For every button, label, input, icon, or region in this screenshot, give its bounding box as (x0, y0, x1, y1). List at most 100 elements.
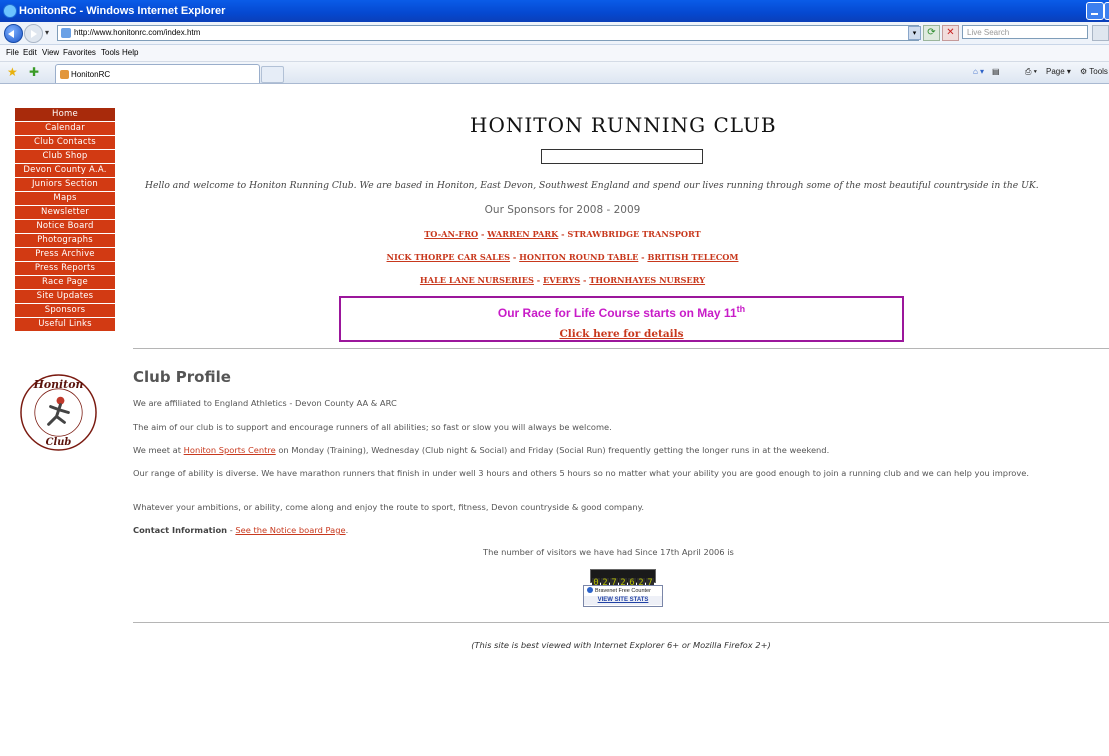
tab-bar: ★ ✚ HonitonRC ⌂ ▾ ▤ ⎙ ▾ Page ▾ ⚙ Tools (0, 62, 1109, 84)
sponsor-separator: - (533, 275, 544, 285)
bravenet-counter-badge[interactable]: Bravenet Free Counter VIEW SITE STATS (583, 585, 663, 607)
maximize-button[interactable] (1104, 2, 1109, 20)
race-title-text: Our Race for Life Course starts on May 1… (497, 306, 737, 320)
sidebar-item-devon-county[interactable]: Devon County A.A. (15, 164, 115, 177)
sponsor-link-nick-thorpe[interactable]: NICK THORPE CAR SALES (387, 252, 511, 262)
tab-honitonrc[interactable]: HonitonRC (55, 64, 260, 83)
address-dropdown-icon[interactable]: ▾ (908, 26, 921, 40)
sponsor-strawbridge: STRAWBRIDGE TRANSPORT (567, 229, 701, 239)
profile-ability: Our range of ability is diverse. We have… (133, 468, 1030, 478)
sidebar-item-club-contacts[interactable]: Club Contacts (15, 136, 115, 149)
menu-bar: File Edit View Favorites Tools Help (0, 45, 1109, 62)
svg-text:Club: Club (46, 437, 72, 448)
sidebar-item-site-updates[interactable]: Site Updates (15, 290, 115, 303)
sponsor-line-3: HALE LANE NURSERIES - EVERYS - THORNHAYE… (0, 275, 1109, 285)
header-box (541, 149, 703, 164)
profile-aim: The aim of our club is to support and en… (133, 422, 612, 432)
bravenet-badge-label: Bravenet Free Counter (595, 588, 651, 594)
sponsor-link-warren-park[interactable]: WARREN PARK (487, 229, 558, 239)
bravenet-logo-icon (587, 587, 593, 593)
search-icon[interactable] (1092, 25, 1109, 41)
site-favicon-icon (60, 70, 69, 79)
sidebar-item-club-shop[interactable]: Club Shop (15, 150, 115, 163)
sidebar-nav: Home Calendar Club Contacts Club Shop De… (15, 108, 115, 332)
divider (133, 622, 1109, 623)
sponsor-link-british-telecom[interactable]: BRITISH TELECOM (647, 252, 738, 262)
new-tab-button[interactable] (261, 66, 284, 83)
sponsor-link-round-table[interactable]: HONITON ROUND TABLE (519, 252, 638, 262)
ie-icon (3, 4, 17, 18)
forward-button[interactable] (24, 24, 43, 43)
race-for-life-banner: Our Race for Life Course starts on May 1… (339, 296, 904, 342)
contact-label: Contact Information (133, 525, 228, 535)
address-input[interactable]: http://www.honitonrc.com/index.htm (57, 25, 919, 41)
sponsor-link-everys[interactable]: EVERYS (543, 275, 580, 285)
visitor-count-text: The number of visitors we have had Since… (483, 547, 734, 557)
address-url: http://www.honitonrc.com/index.htm (74, 28, 201, 37)
sponsor-link-to-an-fro[interactable]: TO-AN-FRO (424, 229, 478, 239)
sponsor-line-1: TO-AN-FRO - WARREN PARK - STRAWBRIDGE TR… (0, 229, 1109, 239)
menu-view[interactable]: View (42, 48, 59, 57)
page-menu-button[interactable]: Page ▾ (1046, 67, 1071, 76)
sponsor-separator: - (478, 229, 488, 239)
add-favorites-icon[interactable]: ✚ (29, 65, 39, 79)
sidebar-item-press-reports[interactable]: Press Reports (15, 262, 115, 275)
window-title: HonitonRC - Windows Internet Explorer (19, 5, 226, 17)
race-banner-title: Our Race for Life Course starts on May 1… (341, 304, 902, 320)
home-icon[interactable]: ⌂ ▾ (973, 67, 984, 76)
web-page: Home Calendar Club Contacts Club Shop De… (0, 84, 1109, 756)
window-titlebar: HonitonRC - Windows Internet Explorer (0, 0, 1109, 22)
sidebar-item-juniors[interactable]: Juniors Section (15, 178, 115, 191)
refresh-icon[interactable]: ⟳ (923, 25, 940, 41)
club-logo: Honiton Club (20, 374, 97, 451)
contact-end: . (345, 525, 349, 535)
feeds-icon[interactable]: ▤ (992, 67, 1000, 76)
page-icon (61, 28, 71, 38)
profile-ambitions: Whatever your ambitions, or ability, com… (133, 502, 644, 512)
view-site-stats-link[interactable]: VIEW SITE STATS (584, 596, 662, 605)
tools-menu-button[interactable]: ⚙ Tools (1080, 67, 1108, 76)
contact-information: Contact Information - See the Notice boa… (133, 525, 1098, 535)
sidebar-item-calendar[interactable]: Calendar (15, 122, 115, 135)
search-input[interactable]: Live Search (962, 25, 1088, 39)
meeting-text-end: on Monday (Training), Wednesday (Club ni… (275, 445, 830, 455)
sponsor-link-thornhayes[interactable]: THORNHAYES NURSERY (589, 275, 705, 285)
sponsor-line-2: NICK THORPE CAR SALES - HONITON ROUND TA… (0, 252, 1109, 262)
menu-file[interactable]: File (6, 48, 19, 57)
minimize-button[interactable] (1086, 2, 1104, 20)
profile-meeting: We meet at Honiton Sports Centre on Mond… (133, 445, 1098, 455)
sponsor-separator: - (580, 275, 590, 285)
page-menu-label: Page (1046, 67, 1065, 76)
tools-menu-label: Tools (1089, 67, 1108, 76)
menu-tools[interactable]: Tools (101, 48, 120, 57)
sponsors-heading: Our Sponsors for 2008 - 2009 (484, 204, 641, 216)
sponsor-separator: - (510, 252, 520, 262)
favorites-star-icon[interactable]: ★ (7, 65, 18, 79)
bravenet-badge-title: Bravenet Free Counter (587, 587, 651, 594)
menu-favorites[interactable]: Favorites (63, 48, 96, 57)
notice-board-link[interactable]: See the Notice board Page (235, 525, 345, 535)
menu-help[interactable]: Help (122, 48, 138, 57)
sidebar-item-useful-links[interactable]: Useful Links (15, 318, 115, 331)
club-profile-heading: Club Profile (133, 368, 231, 386)
sidebar-item-home[interactable]: Home (15, 108, 115, 121)
race-title-suffix: th (736, 304, 746, 314)
svg-text:Honiton: Honiton (33, 378, 84, 391)
race-details-link[interactable]: Click here for details (341, 328, 902, 340)
back-button[interactable] (4, 24, 23, 43)
divider (133, 348, 1109, 349)
menu-edit[interactable]: Edit (23, 48, 37, 57)
best-viewed-notice: (This site is best viewed with Internet … (471, 640, 771, 650)
sponsor-link-hale-lane[interactable]: HALE LANE NURSERIES (420, 275, 534, 285)
sidebar-item-sponsors[interactable]: Sponsors (15, 304, 115, 317)
recent-pages-dropdown-icon[interactable]: ▾ (45, 28, 49, 37)
profile-affiliation: We are affiliated to England Athletics -… (133, 398, 397, 408)
welcome-text: Hello and welcome to Honiton Running Clu… (145, 180, 1039, 191)
hit-counter: 0272627 (590, 569, 656, 588)
sports-centre-link[interactable]: Honiton Sports Centre (184, 445, 276, 455)
tab-label: HonitonRC (71, 70, 111, 79)
page-title: HONITON RUNNING CLUB (470, 113, 777, 137)
stop-icon[interactable]: ✕ (942, 25, 959, 41)
print-icon[interactable]: ⎙ ▾ (1025, 67, 1037, 77)
address-toolbar: ▾ http://www.honitonrc.com/index.htm ▾ ⟳… (0, 22, 1109, 45)
